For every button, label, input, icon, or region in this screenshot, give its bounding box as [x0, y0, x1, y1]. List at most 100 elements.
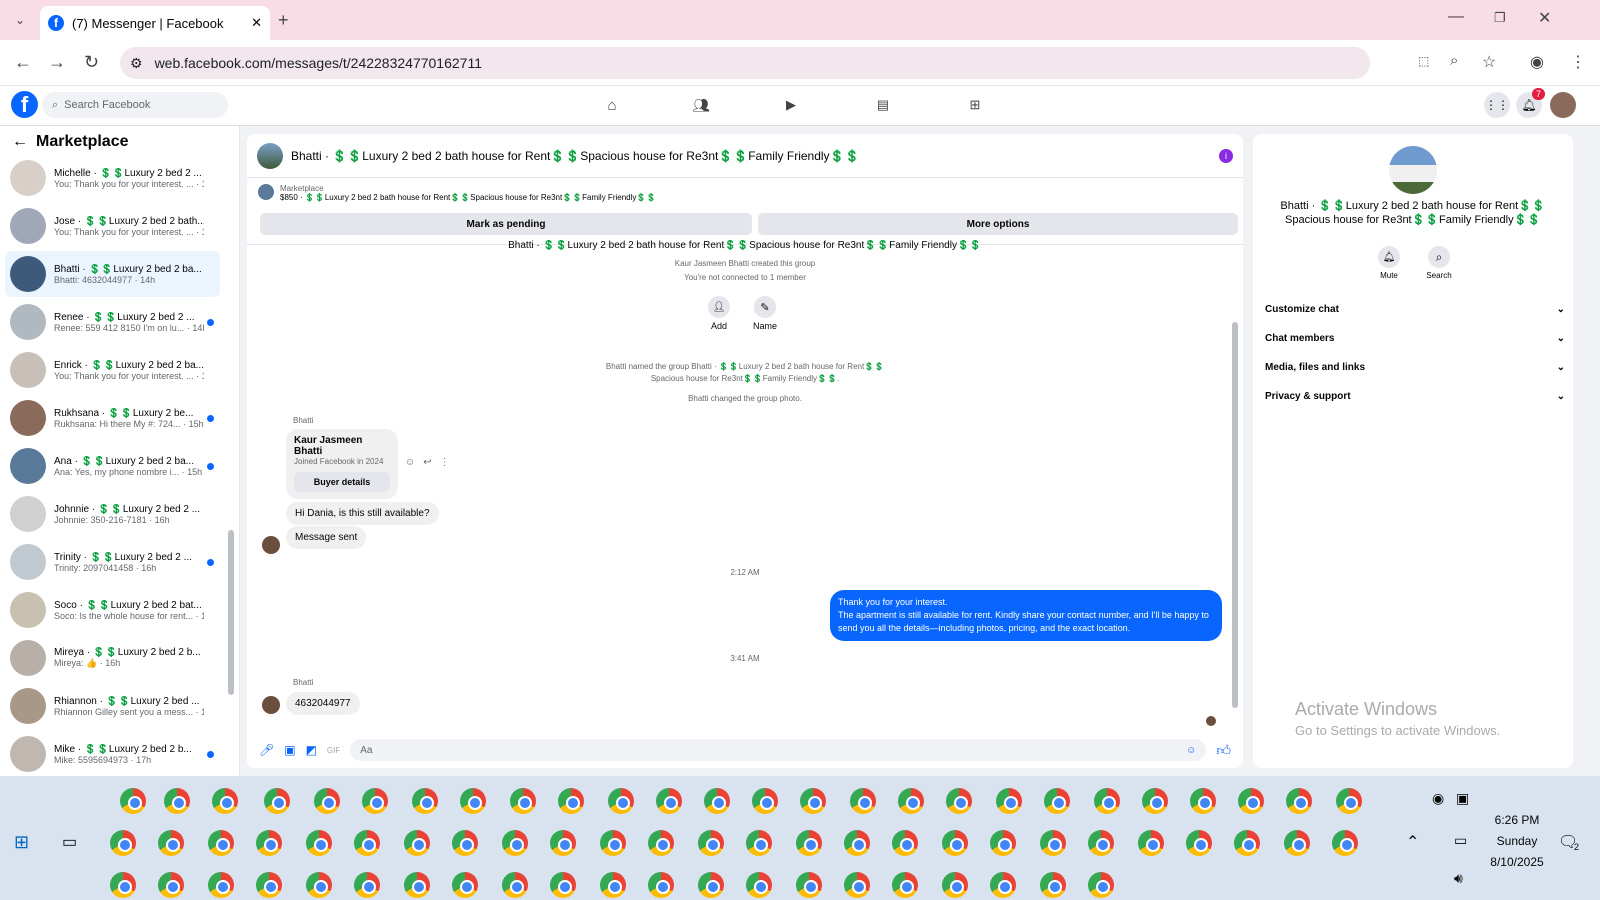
more-options-button[interactable]: More options [758, 213, 1238, 235]
chrome-taskbar-icon[interactable] [704, 788, 730, 814]
chrome-taskbar-icon[interactable] [1332, 830, 1358, 856]
chrome-taskbar-icon[interactable] [648, 872, 674, 898]
chrome-taskbar-icon[interactable] [208, 830, 234, 856]
media-section[interactable]: Media, files and links ⌄ [1265, 362, 1565, 373]
home-icon[interactable]: ⌂ [601, 96, 623, 114]
zoom-icon[interactable]: ⌕ [1450, 52, 1458, 69]
chat-avatar[interactable] [257, 142, 283, 169]
chrome-taskbar-icon[interactable] [1284, 830, 1310, 856]
chrome-taskbar-icon[interactable] [648, 830, 674, 856]
marketplace-icon[interactable]: ▤ [872, 96, 894, 114]
chrome-taskbar-icon[interactable] [1088, 830, 1114, 856]
chrome-taskbar-icon[interactable] [850, 788, 876, 814]
conversation-item[interactable]: Bhatti · 💲💲Luxury 2 bed 2 ba... Bhatti: … [5, 251, 220, 297]
tab-search-chevron-icon[interactable]: ⌄ [10, 10, 30, 30]
more-icon[interactable]: ⋮ [440, 457, 450, 468]
facebook-search[interactable]: ⌕ Search Facebook [42, 92, 228, 118]
chat-title[interactable]: Bhatti · 💲💲Luxury 2 bed 2 bath house for… [291, 149, 1211, 163]
photo-icon[interactable]: ▣ [284, 743, 295, 757]
browser-tab[interactable]: f (7) Messenger | Facebook ✕ [40, 6, 270, 40]
add-member-button[interactable]: 👤︎ Add [704, 296, 734, 331]
chrome-taskbar-icon[interactable] [404, 830, 430, 856]
chrome-taskbar-icon[interactable] [746, 872, 772, 898]
chrome-taskbar-icon[interactable] [1190, 788, 1216, 814]
chrome-taskbar-icon[interactable] [844, 830, 870, 856]
close-window-icon[interactable]: ✕ [1538, 8, 1551, 28]
chrome-taskbar-icon[interactable] [1040, 872, 1066, 898]
chrome-taskbar-icon[interactable] [892, 872, 918, 898]
video-icon[interactable]: ▶ [780, 96, 802, 114]
task-view-icon[interactable]: ▭ [62, 832, 77, 852]
chrome-taskbar-icon[interactable] [256, 830, 282, 856]
listing-info[interactable]: Marketplace $850 · 💲💲Luxury 2 bed 2 bath… [258, 184, 656, 202]
chrome-taskbar-icon[interactable] [608, 788, 634, 814]
back-arrow-icon[interactable]: ← [12, 133, 28, 151]
chrome-taskbar-icon[interactable] [110, 830, 136, 856]
chrome-taskbar-icon[interactable] [550, 872, 576, 898]
conversation-item[interactable]: Trinity · 💲💲Luxury 2 bed 2 ... Trinity: … [5, 539, 220, 585]
chrome-taskbar-icon[interactable] [1234, 830, 1260, 856]
rename-group-button[interactable]: ✎ Name [750, 296, 780, 331]
camera-icon[interactable]: ▣ [1456, 790, 1469, 807]
chrome-taskbar-icon[interactable] [452, 872, 478, 898]
chrome-taskbar-icon[interactable] [796, 830, 822, 856]
chrome-taskbar-icon[interactable] [404, 872, 430, 898]
restore-icon[interactable]: ❐ [1494, 10, 1506, 26]
chrome-taskbar-icon[interactable] [110, 872, 136, 898]
chrome-taskbar-icon[interactable] [1044, 788, 1070, 814]
chrome-taskbar-icon[interactable] [1286, 788, 1312, 814]
reload-icon[interactable]: ↻ [84, 52, 99, 73]
conversation-item[interactable]: Mireya · 💲💲Luxury 2 bed 2 b... Mireya: 👍… [5, 635, 220, 681]
chat-scrollbar[interactable] [1232, 322, 1238, 708]
show-hidden-icons-chevron-icon[interactable]: ⌃ [1406, 832, 1419, 852]
chrome-taskbar-icon[interactable] [256, 872, 282, 898]
chrome-taskbar-icon[interactable] [558, 788, 584, 814]
chrome-taskbar-icon[interactable] [800, 788, 826, 814]
chrome-taskbar-icon[interactable] [1336, 788, 1362, 814]
chrome-taskbar-icon[interactable] [1186, 830, 1212, 856]
chrome-taskbar-icon[interactable] [460, 788, 486, 814]
conversation-item[interactable]: Johnnie · 💲💲Luxury 2 bed 2 ... Johnnie: … [5, 491, 220, 537]
chrome-taskbar-icon[interactable] [502, 872, 528, 898]
chrome-taskbar-icon[interactable] [354, 872, 380, 898]
profile-icon[interactable]: ◉ [1530, 52, 1544, 72]
chrome-taskbar-icon[interactable] [314, 788, 340, 814]
chrome-taskbar-icon[interactable] [698, 872, 724, 898]
chat-members-section[interactable]: Chat members ⌄ [1265, 333, 1565, 344]
chrome-taskbar-icon[interactable] [1088, 872, 1114, 898]
chrome-taskbar-icon[interactable] [362, 788, 388, 814]
chrome-taskbar-icon[interactable] [306, 830, 332, 856]
back-icon[interactable]: ← [14, 52, 32, 73]
chrome-taskbar-icon[interactable] [208, 872, 234, 898]
facebook-logo-icon[interactable]: f [11, 91, 38, 118]
chrome-taskbar-icon[interactable] [990, 872, 1016, 898]
chrome-taskbar-icon[interactable] [1040, 830, 1066, 856]
sticker-icon[interactable]: ◩ [306, 743, 317, 757]
chrome-taskbar-icon[interactable] [746, 830, 772, 856]
close-tab-icon[interactable]: ✕ [251, 15, 262, 31]
conversation-item[interactable]: Soco · 💲💲Luxury 2 bed 2 bat... Soco: Is … [5, 587, 220, 633]
conversation-item[interactable]: Jose · 💲💲Luxury 2 bed 2 bath... You: Tha… [5, 203, 220, 249]
chrome-taskbar-icon[interactable] [898, 788, 924, 814]
conversation-item[interactable]: Michelle · 💲💲Luxury 2 bed 2 ... You: Tha… [5, 155, 220, 201]
search-conversation-button[interactable]: ⌕ Search [1424, 246, 1454, 280]
sender-avatar[interactable] [262, 536, 280, 554]
mute-button[interactable]: 🔔︎ Mute [1376, 246, 1402, 280]
bookmark-star-icon[interactable]: ☆ [1482, 52, 1496, 72]
microphone-icon[interactable]: 🎤︎ [259, 743, 274, 757]
chrome-taskbar-icon[interactable] [698, 830, 724, 856]
message-input[interactable]: Aa ☺ [350, 739, 1207, 761]
sender-avatar-2[interactable] [262, 696, 280, 714]
chrome-taskbar-icon[interactable] [502, 830, 528, 856]
chrome-taskbar-icon[interactable] [412, 788, 438, 814]
chrome-taskbar-icon[interactable] [550, 830, 576, 856]
chrome-taskbar-icon[interactable] [164, 788, 190, 814]
network-icon[interactable]: ▭ [1454, 832, 1467, 849]
chrome-taskbar-icon[interactable] [510, 788, 536, 814]
conversation-item[interactable]: Renee · 💲💲Luxury 2 bed 2 ... Renee: 559 … [5, 299, 220, 345]
chrome-taskbar-icon[interactable] [212, 788, 238, 814]
chrome-taskbar-icon[interactable] [1142, 788, 1168, 814]
react-icon[interactable]: ☺ [405, 457, 415, 468]
browser-menu-icon[interactable]: ⋮ [1570, 52, 1586, 72]
gaming-icon[interactable]: ⊞ [964, 96, 986, 114]
